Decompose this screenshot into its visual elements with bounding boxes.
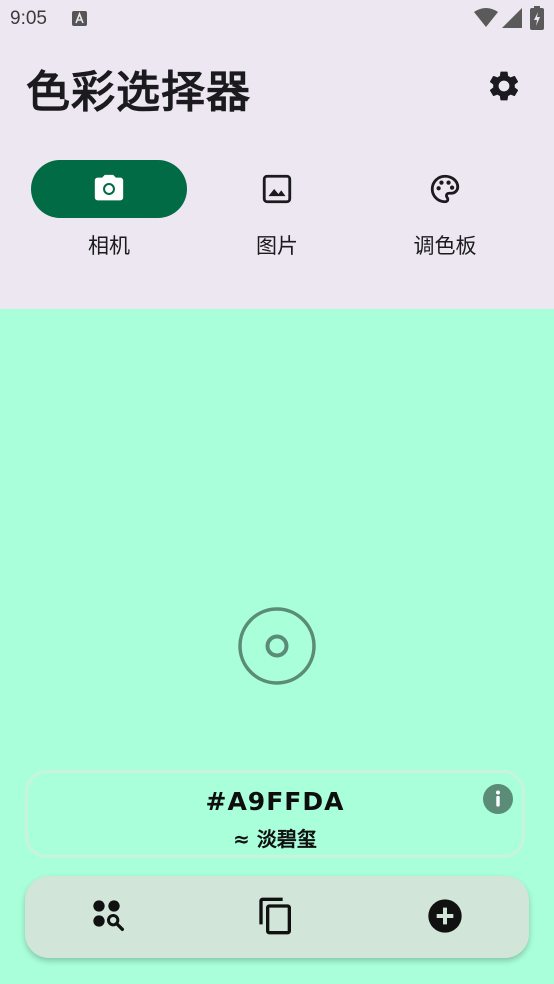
search-colors-icon[interactable] [89, 896, 129, 936]
tab-palette[interactable]: 调色板 [367, 160, 523, 260]
status-time: 9:05 [10, 8, 47, 29]
wifi-icon [474, 8, 498, 27]
info-icon[interactable] [482, 783, 514, 815]
tab-camera-label: 相机 [88, 234, 130, 258]
crosshair-target-icon [238, 607, 316, 685]
a-icon [72, 11, 87, 26]
status-bar: 9:05 [0, 0, 554, 38]
color-hex-value: #A9FFDA [205, 787, 345, 816]
tab-camera[interactable]: 相机 [31, 160, 187, 260]
tab-image-label: 图片 [256, 234, 298, 258]
copy-icon[interactable] [256, 896, 296, 936]
top-app-area: 9:05 色彩选择器 相机 图片 调色板 [0, 0, 554, 309]
gear-icon[interactable] [486, 68, 522, 104]
add-circle-icon[interactable] [425, 896, 465, 936]
tab-palette-label: 调色板 [413, 234, 477, 258]
signal-icon [502, 8, 522, 28]
bottom-action-bar [25, 876, 529, 958]
camera-icon [94, 174, 124, 201]
image-icon [262, 174, 292, 204]
color-name: ≈ 淡碧玺 [233, 827, 317, 851]
color-info-card[interactable]: #A9FFDA ≈ 淡碧玺 [25, 770, 525, 858]
tab-image[interactable]: 图片 [199, 160, 355, 260]
page-title: 色彩选择器 [26, 67, 251, 118]
battery-icon [530, 6, 544, 30]
palette-icon [430, 174, 460, 204]
